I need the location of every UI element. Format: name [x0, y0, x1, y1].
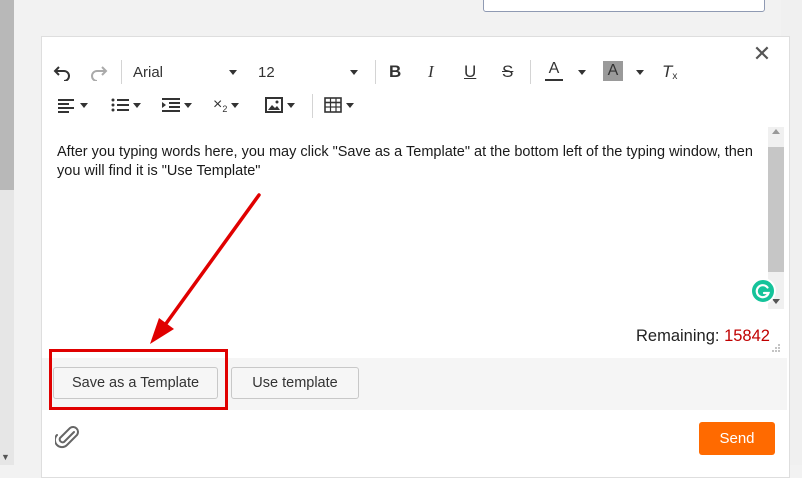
editor-scrollbar-thumb[interactable]	[768, 147, 784, 272]
toolbar-separator	[530, 60, 531, 84]
redo-icon[interactable]	[90, 63, 108, 81]
clear-format-icon[interactable]: Tx	[662, 62, 677, 82]
attachment-icon[interactable]	[53, 425, 81, 456]
chevron-down-icon[interactable]	[632, 70, 644, 75]
grammarly-icon[interactable]	[750, 278, 776, 304]
resize-handle-icon[interactable]	[771, 343, 781, 353]
toolbar-separator	[121, 60, 122, 84]
use-template-button[interactable]: Use template	[231, 367, 359, 399]
text-color-icon[interactable]: A	[545, 60, 563, 81]
subscript-icon[interactable]: × 2	[213, 96, 240, 114]
scroll-up-arrow-icon[interactable]	[772, 129, 780, 134]
close-icon[interactable]: ✕	[752, 43, 772, 65]
font-size-select[interactable]: 12	[258, 64, 275, 81]
toolbar-separator	[375, 60, 376, 84]
chevron-down-icon[interactable]	[225, 70, 237, 75]
table-icon[interactable]	[324, 97, 354, 113]
chevron-down-icon[interactable]	[346, 70, 358, 75]
toolbar-separator	[312, 94, 313, 118]
chevron-down-icon[interactable]	[574, 70, 586, 75]
remaining-counter: Remaining: 15842	[636, 327, 770, 346]
list-icon[interactable]	[111, 97, 141, 113]
underline-icon[interactable]: U	[464, 62, 476, 82]
highlight-icon[interactable]: A	[603, 61, 623, 81]
scroll-down-arrow-icon[interactable]: ▼	[1, 452, 10, 462]
remaining-value: 15842	[724, 327, 770, 345]
align-icon[interactable]	[58, 97, 88, 113]
bold-icon[interactable]: B	[389, 62, 401, 82]
italic-icon[interactable]: I	[428, 62, 434, 82]
save-as-template-button[interactable]: Save as a Template	[53, 367, 218, 399]
top-input-field[interactable]	[483, 0, 765, 12]
font-family-value: Arial	[133, 64, 164, 81]
editor-content[interactable]: After you typing words here, you may cli…	[57, 143, 762, 181]
image-icon[interactable]	[265, 97, 295, 113]
font-size-value: 12	[258, 64, 275, 81]
font-family-select[interactable]: Arial	[133, 64, 163, 81]
indent-icon[interactable]	[162, 97, 192, 113]
send-button[interactable]: Send	[699, 422, 775, 455]
undo-icon[interactable]	[53, 63, 71, 81]
page-scrollbar-thumb[interactable]	[0, 0, 14, 190]
strikethrough-icon[interactable]: S	[502, 62, 513, 82]
scroll-down-arrow-icon[interactable]	[772, 299, 780, 304]
remaining-label: Remaining:	[636, 327, 720, 345]
